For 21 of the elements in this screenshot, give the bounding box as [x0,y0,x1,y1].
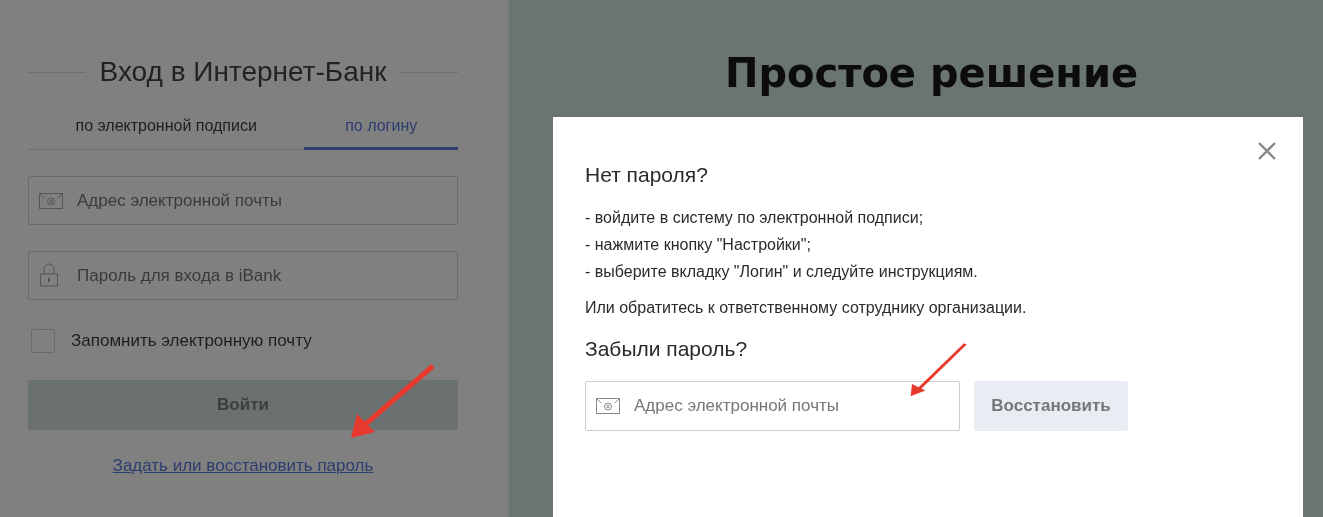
login-tab[interactable]: по логину [304,117,458,150]
instruction-text: - нажмите кнопку "Настройки"; [585,236,812,254]
lock-icon [39,263,59,287]
input-field[interactable]: Адрес электронной почты [28,176,458,225]
envelope-icon [39,193,63,209]
promo-heading: Простое решение [724,50,1139,96]
envelope-icon [596,398,620,414]
arrow-drawing [908,342,968,398]
checkbox-label: Запомнить электронную почту [71,331,312,351]
note-text: Или обратитесь к ответственному сотруднику организации. [585,299,1028,317]
login-title: Вход в Интернет-Банк [99,56,387,88]
email-field[interactable]: Адрес электронной почты [585,381,960,431]
close-icon[interactable] [1257,141,1277,161]
dialog-title: Нет пароля? [585,163,709,187]
restore-button[interactable]: Восстановить [974,381,1128,431]
input-field[interactable]: Пароль для входа в iBank [28,251,458,300]
password-link[interactable]: Задать или восстановить пароль [112,456,374,475]
dialog-subtitle: Забыли пароль? [585,337,749,361]
instruction-text: - выберите вкладку "Логин" и следуйте инструкциям. [585,263,979,281]
instruction-text: - войдите в систему по электронной подписи; [585,209,925,227]
login-tab[interactable]: по электронной подписи [28,117,305,150]
